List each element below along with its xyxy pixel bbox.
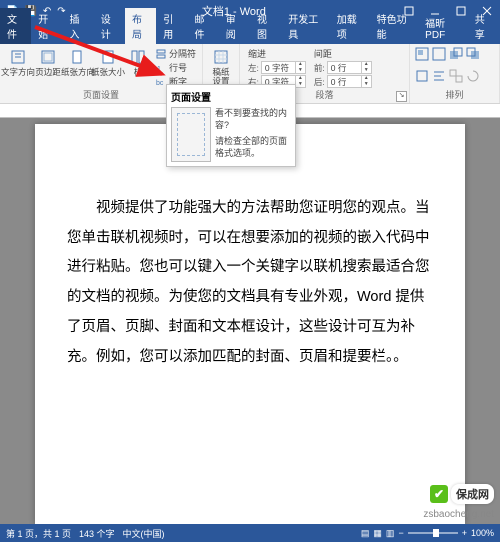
watermark-logo: ✔ 保成网 (430, 484, 494, 504)
view-print-icon[interactable]: ▦ (373, 528, 382, 539)
document-page[interactable]: 视频提供了功能强大的方法帮助您证明您的观点。当您单击联机视频时，可以在想要添加的… (35, 124, 465, 524)
status-language[interactable]: 中文(中国) (123, 527, 165, 540)
align-icon[interactable] (432, 69, 446, 88)
text-direction-button[interactable]: 文字方向 (4, 46, 32, 88)
view-web-icon[interactable]: ▥ (386, 528, 395, 539)
tooltip-line1: 看不到要查找的内容? (215, 107, 291, 131)
size-icon (99, 48, 117, 66)
text-direction-icon (9, 48, 27, 66)
status-words[interactable]: 143 个字 (79, 527, 115, 540)
spacing-before-spinner[interactable]: 0 行▲▼ (327, 61, 372, 74)
tab-layout[interactable]: 布局 (125, 8, 156, 44)
margins-button[interactable]: 页边距 (34, 46, 62, 88)
size-button[interactable]: 纸张大小 (94, 46, 122, 88)
tab-design[interactable]: 设计 (94, 8, 125, 44)
zoom-in-icon[interactable]: + (462, 528, 467, 538)
tab-review[interactable]: 审阅 (219, 8, 250, 44)
svg-text:bc: bc (156, 80, 164, 87)
spacing-heading: 间距 (314, 47, 372, 60)
tab-references[interactable]: 引用 (156, 8, 187, 44)
wrap-text-icon[interactable] (432, 47, 446, 66)
watermark-site: zsbaocheng.net (423, 509, 494, 520)
down-arrow-icon: ▼ (296, 68, 305, 74)
view-read-icon[interactable]: ▤ (361, 528, 370, 539)
watermark-brand: 保成网 (451, 484, 494, 504)
position-icon[interactable] (415, 47, 429, 66)
selection-pane-icon[interactable] (415, 69, 429, 88)
margins-icon (39, 48, 57, 66)
orientation-button[interactable]: 纸张方向 (64, 46, 92, 88)
tab-home[interactable]: 开始 (31, 8, 62, 44)
paragraph-launcher[interactable]: ↘ (396, 91, 407, 102)
bring-forward-icon[interactable] (449, 47, 463, 66)
indent-heading: 缩进 (248, 47, 306, 60)
breaks-button[interactable]: 分隔符 (154, 47, 198, 60)
indent-left-spinner[interactable]: 0 字符▲▼ (261, 61, 306, 74)
spacing-before-label: 前: (314, 62, 325, 74)
tab-developer[interactable]: 开发工具 (281, 8, 330, 44)
zoom-level[interactable]: 100% (471, 528, 494, 538)
columns-icon (129, 48, 147, 66)
indent-left-label: 左: (248, 62, 259, 74)
arrange-group-label: 排列 (414, 88, 495, 103)
tooltip-thumbnail-icon (171, 107, 211, 162)
status-page[interactable]: 第 1 页，共 1 页 (6, 527, 71, 540)
manuscript-icon (212, 48, 230, 66)
watermark-badge-icon: ✔ (430, 485, 448, 503)
tab-view[interactable]: 视图 (250, 8, 281, 44)
manuscript-button[interactable]: 稿纸 设置 (207, 46, 235, 89)
group-icon[interactable] (449, 69, 463, 88)
svg-text:1: 1 (157, 66, 161, 73)
tooltip-line2: 请检查全部的页面格式选项。 (215, 135, 291, 159)
spacing-after-label: 后: (314, 76, 325, 88)
share-button[interactable]: 共享 (467, 8, 500, 44)
rotate-icon[interactable] (466, 69, 480, 88)
spacing-after-spinner[interactable]: 0 行▲▼ (327, 75, 372, 88)
tab-mailings[interactable]: 邮件 (188, 8, 219, 44)
page-setup-tooltip: 页面设置 看不到要查找的内容? 请检查全部的页面格式选项。 (166, 84, 296, 167)
columns-button[interactable]: 栏 (124, 46, 152, 88)
zoom-out-icon[interactable]: − (398, 528, 403, 538)
tooltip-title: 页面设置 (171, 89, 291, 104)
document-paragraph[interactable]: 视频提供了功能强大的方法帮助您证明您的观点。当您单击联机视频时，可以在想要添加的… (67, 194, 433, 372)
line-numbers-button[interactable]: 1行号 (154, 61, 198, 74)
tab-features[interactable]: 特色功能 (370, 8, 419, 44)
tab-addins[interactable]: 加载项 (330, 8, 370, 44)
orientation-icon (69, 48, 87, 66)
tab-insert[interactable]: 插入 (63, 8, 94, 44)
tab-file[interactable]: 文件 (0, 8, 31, 44)
zoom-slider[interactable] (408, 532, 458, 534)
send-backward-icon[interactable] (466, 47, 480, 66)
tab-foxit[interactable]: 福昕PDF (418, 12, 467, 44)
